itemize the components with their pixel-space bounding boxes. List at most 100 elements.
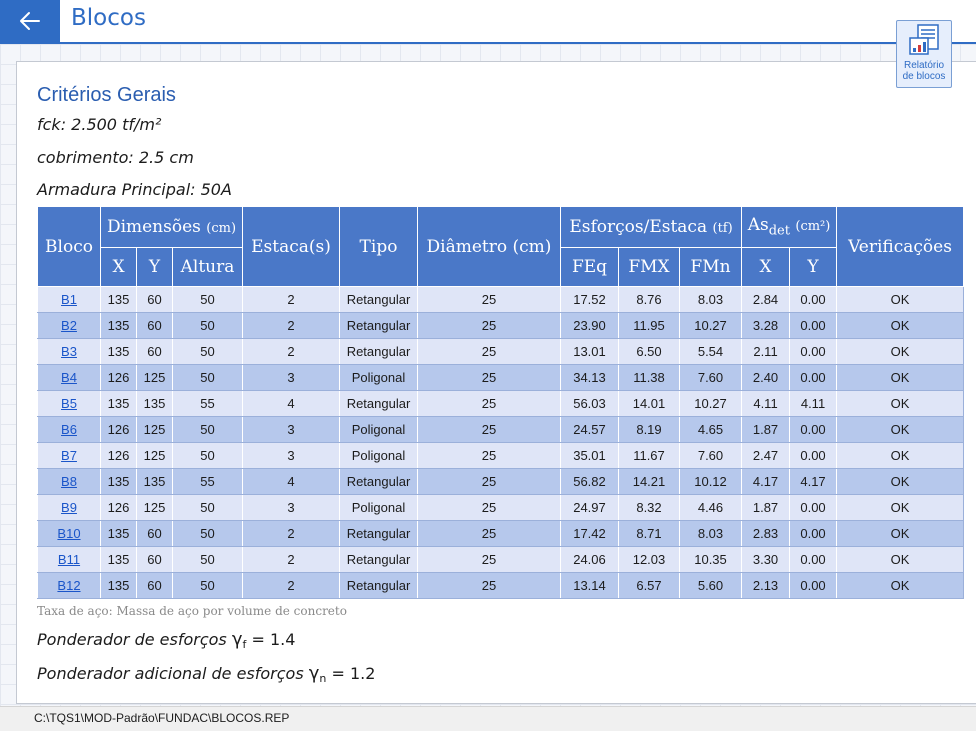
cell-bloco: B11 [37,546,101,573]
cell-bloco: B1 [37,286,101,313]
cell-as-x: 1.87 [741,416,791,443]
cell-dim-y: 60 [136,546,173,573]
cell-verificacao: OK [836,572,965,599]
cell-as-x: 2.83 [741,520,791,547]
cell-feq: 17.52 [560,286,619,313]
cell-dim-y: 60 [136,312,173,339]
cell-as-y: 0.00 [789,312,838,339]
cell-verificacao: OK [836,390,965,417]
cell-fmx: 6.57 [618,572,680,599]
cell-estacas: 3 [242,442,340,469]
cell-dim-x: 135 [100,546,137,573]
cell-diametro: 25 [417,338,561,365]
cell-as-x: 2.84 [741,286,791,313]
table-row: B10 135 60 50 2 Retangular 25 17.42 8.71 8.03 2.83… [37,520,965,547]
cell-altura: 50 [172,546,243,573]
block-link[interactable]: B4 [61,370,77,385]
cell-verificacao: OK [836,546,965,573]
cell-as-x: 2.47 [741,442,791,469]
cell-altura: 55 [172,390,243,417]
cell-bloco: B10 [37,520,101,547]
cell-as-y: 0.00 [789,546,838,573]
block-link[interactable]: B9 [61,500,77,515]
cell-feq: 56.82 [560,468,619,495]
file-path: C:\TQS1\MOD-Padrão\FUNDAC\BLOCOS.REP [34,711,290,725]
col-header-diametro: Diâmetro (cm) [417,206,561,287]
cell-fmn: 8.03 [678,286,743,313]
table-row: B3 135 60 50 2 Retangular 25 13.01 6.50 5.54 2.11 0… [37,338,965,365]
block-link[interactable]: B12 [57,578,80,593]
cell-diametro: 25 [417,520,561,547]
cell-verificacao: OK [836,312,965,339]
cell-as-y: 0.00 [789,494,838,521]
blocks-table-wrapper: Bloco Dimensões (cm) Estaca(s) Tipo Diâm… [37,206,965,599]
cell-as-y: 0.00 [789,572,838,599]
cell-diametro: 25 [417,416,561,443]
cell-fmn: 10.12 [678,468,743,495]
cell-fmx: 12.03 [618,546,680,573]
block-link[interactable]: B7 [61,448,77,463]
cell-bloco: B8 [37,468,101,495]
cell-tipo: Retangular [339,572,418,599]
col-header-as-x: X [741,247,791,287]
cell-fmn: 8.03 [678,520,743,547]
cell-dim-y: 60 [136,520,173,547]
cell-fmx: 6.50 [618,338,680,365]
cell-as-y: 4.11 [789,390,838,417]
cell-fmx: 14.21 [618,468,680,495]
col-header-fmn: FMn [678,247,743,287]
cell-dim-y: 125 [136,442,173,469]
cell-dim-y: 125 [136,364,173,391]
cell-diametro: 25 [417,364,561,391]
cell-tipo: Retangular [339,520,418,547]
block-link[interactable]: B6 [61,422,77,437]
cell-fmx: 8.19 [618,416,680,443]
cell-fmn: 10.27 [678,390,743,417]
block-link[interactable]: B8 [61,474,77,489]
col-header-tipo: Tipo [339,206,418,287]
cell-altura: 50 [172,364,243,391]
table-row: B1 135 60 50 2 Retangular 25 17.52 8.76 8.03 2.84 0… [37,286,965,313]
cell-dim-x: 135 [100,286,137,313]
cell-altura: 50 [172,338,243,365]
cell-estacas: 4 [242,468,340,495]
cell-fmn: 7.60 [678,442,743,469]
cell-dim-y: 125 [136,416,173,443]
fck-text: fck: 2.500 tf/m² [37,115,162,134]
cell-as-y: 0.00 [789,520,838,547]
block-link[interactable]: B11 [58,552,80,567]
cell-altura: 55 [172,468,243,495]
cell-dim-y: 60 [136,338,173,365]
cell-estacas: 2 [242,338,340,365]
arrow-left-icon [20,12,40,30]
cell-feq: 24.57 [560,416,619,443]
cell-tipo: Retangular [339,312,418,339]
block-link[interactable]: B5 [61,396,77,411]
back-button[interactable] [0,0,60,42]
cell-verificacao: OK [836,494,965,521]
cell-feq: 13.14 [560,572,619,599]
report-blocks-button[interactable]: Relatório de blocos [896,20,952,88]
table-row: B6 126 125 50 3 Poligonal 25 24.57 8.19 4.65 1.87 0… [37,416,965,443]
cell-dim-y: 60 [136,572,173,599]
blocks-table-body: B1 135 60 50 2 Retangular 25 17.52 8.76 8.03 2.84 0… [37,286,965,599]
block-link[interactable]: B2 [61,318,77,333]
cell-diametro: 25 [417,286,561,313]
cell-bloco: B7 [37,442,101,469]
block-link[interactable]: B10 [57,526,80,541]
section-title: Critérios Gerais [37,84,176,106]
table-row: B2 135 60 50 2 Retangular 25 23.90 11.95 10.27 3.2… [37,312,965,339]
blocks-table: Bloco Dimensões (cm) Estaca(s) Tipo Diâm… [37,206,965,599]
col-header-feq: FEq [560,247,619,287]
block-link[interactable]: B3 [61,344,77,359]
cell-tipo: Poligonal [339,494,418,521]
table-header-row: Bloco Dimensões (cm) Estaca(s) Tipo Diâm… [37,206,965,287]
cell-altura: 50 [172,442,243,469]
cell-estacas: 2 [242,572,340,599]
cell-dim-x: 135 [100,312,137,339]
block-link[interactable]: B1 [61,292,77,307]
cell-dim-x: 126 [100,442,137,469]
cell-dim-x: 135 [100,390,137,417]
cell-verificacao: OK [836,520,965,547]
cell-estacas: 3 [242,364,340,391]
